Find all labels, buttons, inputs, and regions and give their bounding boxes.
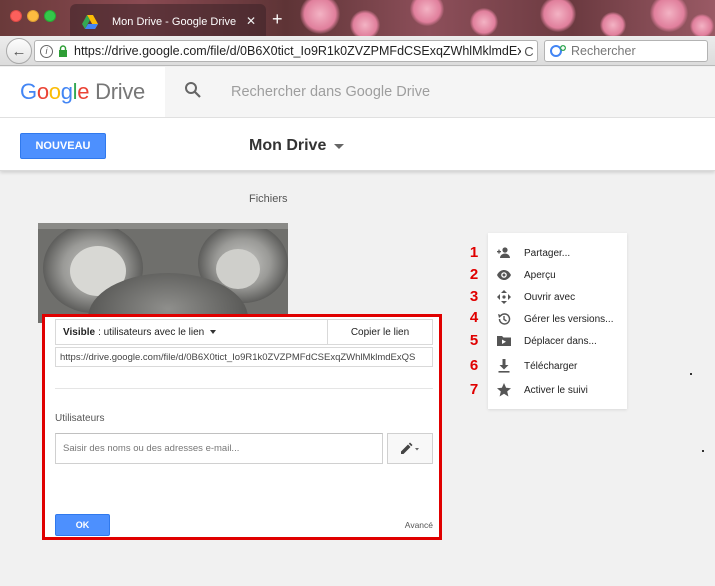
blossom-decoration <box>410 0 444 26</box>
visibility-row: Visible : utilisateurs avec le lien Copi… <box>55 319 433 345</box>
blossom-decoration <box>540 0 576 32</box>
annotation-number: 7 <box>469 381 479 398</box>
browser-tab[interactable]: Mon Drive - Google Drive ✕ <box>70 4 266 40</box>
star-icon <box>497 383 511 397</box>
breadcrumb-label: Mon Drive <box>249 137 327 154</box>
search-icon[interactable] <box>184 81 202 99</box>
browser-search-placeholder: Rechercher <box>571 44 636 58</box>
address-bar[interactable]: i https://drive.google.com/file/d/0B6X0t… <box>34 40 538 62</box>
new-tab-button[interactable]: + <box>272 10 283 28</box>
eye-icon <box>497 270 511 280</box>
info-icon[interactable]: i <box>40 44 53 58</box>
url-text: https://drive.google.com/file/d/0B6X0tic… <box>74 44 521 58</box>
users-label: Utilisateurs <box>55 413 105 424</box>
window-zoom-button[interactable] <box>44 10 56 22</box>
tab-title: Mon Drive - Google Drive <box>112 16 237 28</box>
download-icon <box>498 359 510 373</box>
menu-item-open-with[interactable]: Ouvrir avec <box>488 286 627 308</box>
drive-header: GoogleDrive NOUVEAU Mon Drive <box>0 67 715 171</box>
menu-item-label: Déplacer dans... <box>524 335 597 347</box>
logo-letter: g <box>60 79 73 104</box>
koala-photo <box>38 223 288 323</box>
menu-item-star[interactable]: Activer le suivi <box>488 379 627 401</box>
copy-link-button[interactable]: Copier le lien <box>328 320 432 344</box>
move-arrows-icon <box>497 290 511 304</box>
reload-icon[interactable]: C <box>521 44 537 59</box>
stray-dot <box>690 373 692 375</box>
menu-item-share[interactable]: Partager... <box>488 242 627 264</box>
new-button[interactable]: NOUVEAU <box>20 133 106 159</box>
pencil-icon <box>401 442 419 454</box>
chevron-down-icon <box>210 330 217 334</box>
menu-item-move-to[interactable]: Déplacer dans... <box>488 330 627 352</box>
breadcrumb[interactable]: Mon Drive <box>249 137 345 155</box>
dialog-divider <box>55 388 433 389</box>
logo-letter: o <box>48 79 61 104</box>
annotation-number: 1 <box>469 244 479 261</box>
blossom-decoration <box>300 0 340 34</box>
search-engine-icon <box>550 45 566 57</box>
share-link-field[interactable]: https://drive.google.com/file/d/0B6X0tic… <box>55 347 433 367</box>
annotation-number: 3 <box>469 288 479 305</box>
lock-icon <box>59 45 67 57</box>
folder-move-icon <box>497 336 511 346</box>
annotation-number: 4 <box>469 309 479 326</box>
drive-search-input[interactable] <box>231 81 671 103</box>
window-close-button[interactable] <box>10 10 22 22</box>
window-minimize-button[interactable] <box>27 10 39 22</box>
ok-button[interactable]: OK <box>55 514 110 536</box>
blossom-decoration <box>690 14 714 38</box>
advanced-link[interactable]: Avancé <box>405 520 433 530</box>
menu-item-label: Activer le suivi <box>524 384 588 396</box>
share-dialog: Visible : utilisateurs avec le lien Copi… <box>45 317 439 537</box>
logo-product: Drive <box>95 79 145 104</box>
header-divider <box>0 117 715 118</box>
back-button[interactable]: ← <box>6 38 32 64</box>
logo-letter: G <box>20 79 37 104</box>
menu-item-label: Gérer les versions... <box>524 313 614 325</box>
people-input[interactable] <box>55 433 383 464</box>
browser-toolbar: ← i https://drive.google.com/file/d/0B6X… <box>0 36 715 66</box>
menu-item-download[interactable]: Télécharger <box>488 355 627 377</box>
blossom-decoration <box>470 8 498 36</box>
browser-search-field[interactable]: Rechercher <box>544 40 708 62</box>
annotation-number: 6 <box>469 357 479 374</box>
browser-titlebar: Mon Drive - Google Drive ✕ + <box>0 0 715 40</box>
visibility-label: Visible <box>63 326 96 338</box>
annotation-number: 5 <box>469 332 479 349</box>
menu-item-label: Ouvrir avec <box>524 291 576 303</box>
menu-item-manage-versions[interactable]: Gérer les versions... <box>488 308 627 330</box>
menu-item-preview[interactable]: Aperçu <box>488 264 627 286</box>
menu-item-label: Télécharger <box>524 360 578 372</box>
annotation-number: 2 <box>469 266 479 283</box>
tab-close-icon[interactable]: ✕ <box>246 14 256 28</box>
logo-letter: e <box>77 79 90 104</box>
blossom-decoration <box>650 0 688 32</box>
chevron-down-icon <box>334 143 345 149</box>
blossom-decoration <box>600 12 626 38</box>
context-menu: Partager... Aperçu Ouvrir avec Gérer les… <box>488 233 627 409</box>
section-label: Fichiers <box>249 193 288 205</box>
visibility-dropdown[interactable]: Visible : utilisateurs avec le lien <box>56 320 328 344</box>
stray-dot <box>702 450 704 452</box>
google-drive-logo[interactable]: Google Drive <box>20 79 145 105</box>
file-thumbnail[interactable] <box>38 223 288 323</box>
visibility-value: : utilisateurs avec le lien <box>98 326 205 338</box>
person-add-icon <box>497 247 510 258</box>
permission-dropdown[interactable] <box>387 433 433 464</box>
logo-letter: o <box>36 79 49 104</box>
menu-item-label: Partager... <box>524 247 571 259</box>
history-icon <box>498 313 511 325</box>
menu-item-label: Aperçu <box>524 269 556 281</box>
google-drive-favicon-icon <box>82 15 98 29</box>
